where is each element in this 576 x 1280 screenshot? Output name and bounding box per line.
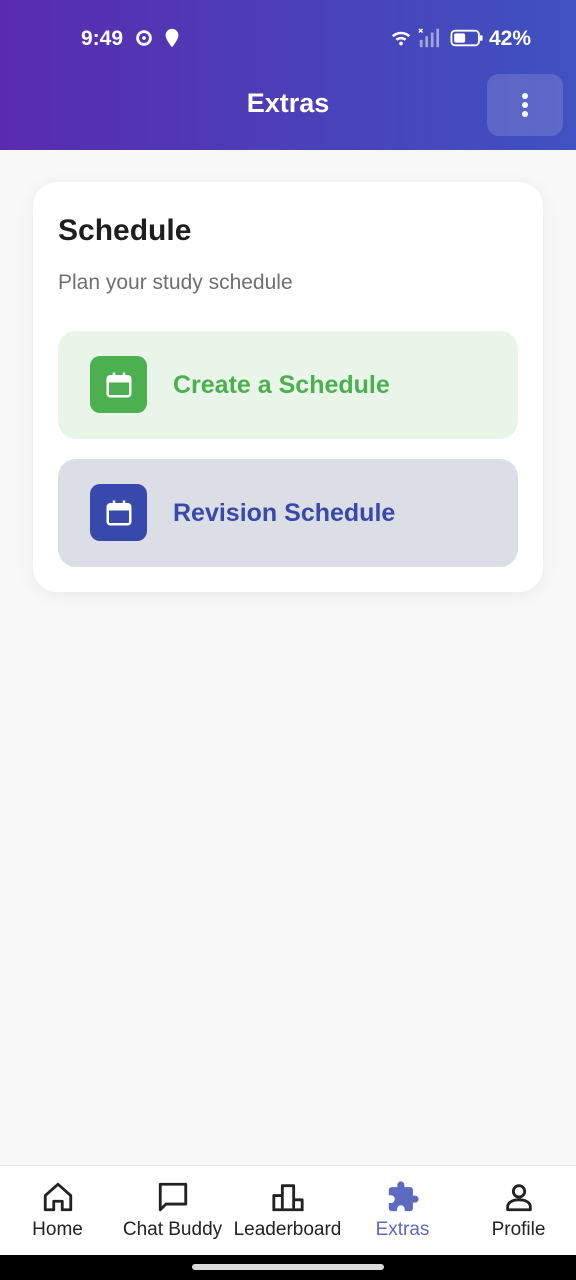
calendar-icon bbox=[90, 356, 147, 413]
home-indicator[interactable] bbox=[192, 1264, 384, 1270]
nav-item-home[interactable]: Home bbox=[0, 1166, 115, 1256]
card-title: Schedule bbox=[58, 214, 192, 247]
status-bar: 9:49 42% bbox=[0, 0, 576, 78]
nav-item-leaderboard[interactable]: Leaderboard bbox=[230, 1166, 345, 1256]
nav-label-leaderboard: Leaderboard bbox=[233, 1219, 342, 1240]
profile-icon bbox=[505, 1184, 532, 1212]
battery-percent: 42% bbox=[489, 27, 532, 50]
nav-label-home: Home bbox=[32, 1219, 83, 1240]
card-subtitle: Plan your study schedule bbox=[58, 271, 293, 294]
chat-icon bbox=[158, 1182, 187, 1212]
home-icon bbox=[43, 1182, 72, 1212]
create-schedule-label: Create a Schedule bbox=[173, 371, 390, 399]
calendar-icon bbox=[90, 484, 147, 541]
bottom-navigation: Home Chat Buddy Leaderboard Extras Profi… bbox=[0, 1165, 576, 1255]
more-options-button[interactable] bbox=[487, 74, 563, 136]
system-navigation-bar bbox=[0, 1255, 576, 1280]
nav-item-extras[interactable]: Extras bbox=[345, 1166, 460, 1256]
puzzle-icon bbox=[388, 1181, 419, 1212]
status-time: 9:49 bbox=[81, 27, 124, 50]
nav-item-chat-buddy[interactable]: Chat Buddy bbox=[115, 1166, 230, 1256]
schedule-card: Schedule Plan your study schedule Create… bbox=[33, 182, 543, 592]
leaderboard-icon bbox=[271, 1184, 304, 1212]
nav-item-profile[interactable]: Profile bbox=[461, 1166, 576, 1256]
revision-schedule-label: Revision Schedule bbox=[173, 499, 396, 527]
signal-status-icon bbox=[418, 28, 440, 48]
more-vertical-icon bbox=[522, 93, 528, 117]
create-schedule-button[interactable]: Create a Schedule bbox=[58, 331, 518, 439]
app-header: 9:49 42% Extras bbox=[0, 0, 576, 150]
nav-label-extras: Extras bbox=[375, 1219, 430, 1240]
nav-label-profile: Profile bbox=[491, 1219, 546, 1240]
settings-status-icon bbox=[136, 30, 152, 46]
revision-schedule-button[interactable]: Revision Schedule bbox=[58, 459, 518, 567]
nav-label-chat-buddy: Chat Buddy bbox=[122, 1219, 223, 1240]
battery-status-icon bbox=[450, 29, 483, 47]
wifi-status-icon bbox=[391, 31, 411, 46]
location-status-icon bbox=[165, 28, 179, 48]
